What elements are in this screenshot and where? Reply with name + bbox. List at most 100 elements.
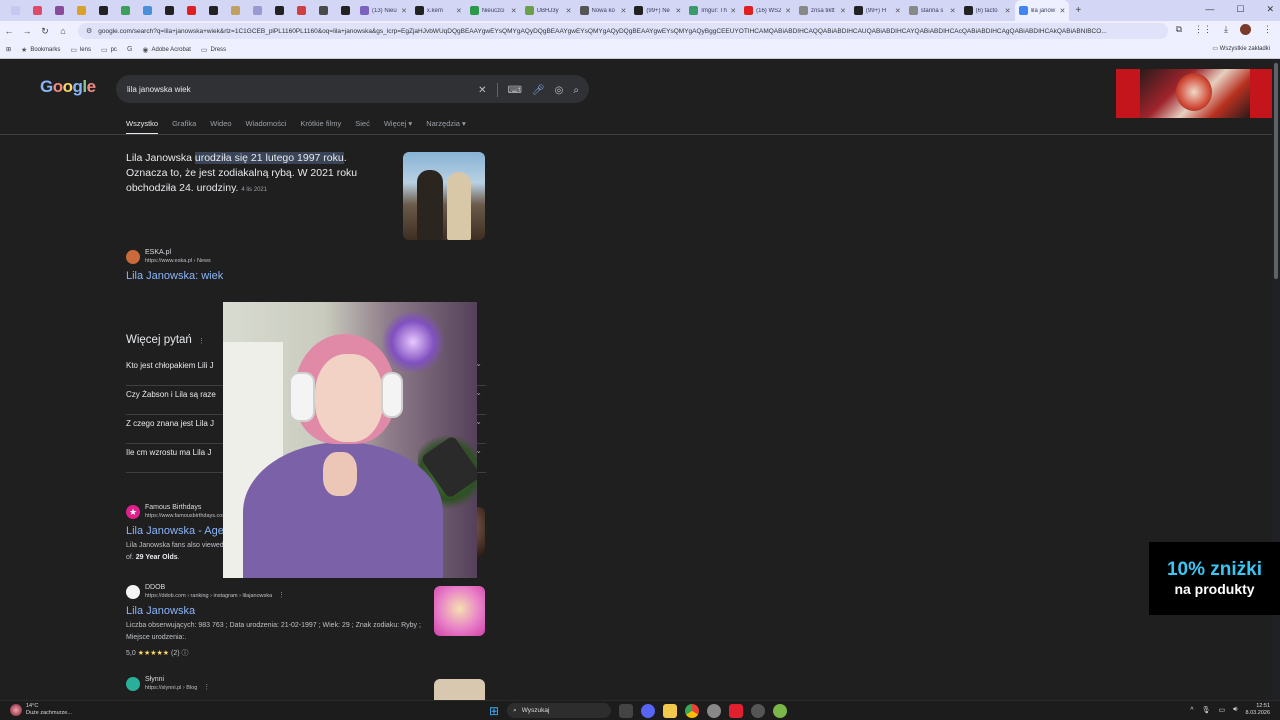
browser-tab[interactable]: Imgur: Th ✕ (685, 0, 740, 21)
bookmark-item[interactable]: ▭ Dress (201, 46, 226, 54)
close-tab-icon[interactable]: ✕ (1060, 7, 1066, 15)
more-options-icon[interactable]: ⋮ (278, 592, 285, 599)
browser-tab[interactable]: (99+) Ne ✕ (630, 0, 685, 21)
more-options-icon[interactable]: ⋮ (203, 684, 210, 691)
search-tab[interactable]: Wiadomości (246, 119, 287, 135)
home-icon[interactable]: ⌂ (54, 26, 72, 36)
more-options-icon[interactable]: ⋮ (198, 338, 205, 345)
bookmark-item[interactable]: ★ Bookmarks (21, 46, 60, 54)
new-tab-icon[interactable]: + (1075, 5, 1081, 16)
bookmark-item[interactable]: G (127, 46, 132, 53)
browser-tab[interactable] (136, 0, 158, 21)
search-tab[interactable]: Wszystko (126, 119, 159, 135)
address-bar[interactable]: ⚙ google.com/search?q=lila+janowska+wiek… (78, 23, 1168, 39)
chevron-up-icon[interactable]: ^ (1190, 707, 1193, 714)
browser-tab[interactable] (290, 0, 312, 21)
browser-tab[interactable]: starina s ✕ (905, 0, 960, 21)
browser-tab[interactable] (268, 0, 290, 21)
google-logo[interactable]: Google (40, 77, 96, 97)
browser-tab[interactable]: x.kem ✕ (411, 0, 466, 21)
close-tab-icon[interactable]: ✕ (730, 7, 736, 15)
browser-tab[interactable] (180, 0, 202, 21)
browser-tab[interactable] (334, 0, 356, 21)
close-tab-icon[interactable]: ✕ (840, 7, 846, 15)
browser-tab[interactable]: (99+) H ✕ (850, 0, 905, 21)
browser-tab[interactable]: lila janow ✕ (1014, 0, 1070, 21)
obs-icon[interactable] (751, 703, 766, 718)
app-icon[interactable] (729, 703, 744, 718)
app-icon[interactable] (773, 703, 788, 718)
result-thumbnail[interactable] (434, 679, 485, 700)
browser-tab[interactable] (4, 0, 26, 21)
forward-icon[interactable]: → (18, 26, 36, 36)
browser-tab[interactable] (48, 0, 70, 21)
microphone-icon[interactable]: 🎙︎ (1202, 706, 1211, 714)
weather-widget[interactable]: 14°C Duże zachmurze... (10, 703, 72, 717)
back-icon[interactable]: ← (0, 26, 18, 36)
browser-tab[interactable]: Nieuczci ✕ (466, 0, 521, 21)
volume-icon[interactable]: 🔊︎ (1233, 706, 1237, 714)
chrome-icon[interactable] (685, 703, 700, 718)
search-tab[interactable]: Więcej ▾ (384, 119, 412, 135)
close-tab-icon[interactable]: ✕ (675, 7, 681, 15)
close-tab-icon[interactable]: ✕ (895, 7, 901, 15)
microphone-icon[interactable]: 🎤︎ (532, 85, 545, 96)
windows-start-icon[interactable]: ⊞ (489, 704, 499, 718)
network-icon[interactable]: ▭ (1218, 706, 1225, 714)
info-icon[interactable]: ⓘ (182, 650, 189, 657)
close-tab-icon[interactable]: ✕ (401, 7, 407, 15)
browser-tab[interactable] (92, 0, 114, 21)
profile-avatar[interactable] (1240, 24, 1251, 35)
browser-tab[interactable]: UBHJ3y ✕ (521, 0, 576, 21)
menu-icon[interactable]: ⋮ (1263, 24, 1272, 35)
close-tab-icon[interactable]: ✕ (1005, 7, 1011, 15)
search-icon[interactable]: ⌕ (573, 85, 579, 96)
search-tab[interactable]: Narzędzia ▾ (426, 119, 466, 135)
close-tab-icon[interactable]: ✕ (621, 7, 627, 15)
taskbar-search[interactable]: ⌕ Wyszukaj (507, 703, 612, 718)
browser-tab[interactable] (312, 0, 334, 21)
clear-icon[interactable]: ✕ (478, 85, 486, 96)
search-tab[interactable]: Wideo (210, 119, 231, 135)
close-tab-icon[interactable]: ✕ (566, 7, 572, 15)
search-tab[interactable]: Grafika (172, 119, 196, 135)
browser-tab[interactable] (224, 0, 246, 21)
apps-icon[interactable]: ⊞ (6, 46, 11, 53)
search-tab[interactable]: Krótkie filmy (300, 119, 341, 135)
reload-icon[interactable]: ↻ (36, 26, 54, 37)
result-thumbnail[interactable] (434, 586, 485, 636)
browser-tab[interactable] (246, 0, 268, 21)
browser-tab[interactable]: (13) Nieu ✕ (356, 0, 411, 21)
browser-tab[interactable] (158, 0, 180, 21)
browser-tab[interactable]: (6) tacto ✕ (960, 0, 1015, 21)
site-info-icon[interactable]: ⚙ (86, 27, 92, 35)
bookmark-item[interactable]: ◉ Adobe Acrobat (142, 46, 190, 54)
search-box[interactable]: lila janowska wiek ✕ ⌨ 🎤︎ ◎ ⌕ (116, 75, 589, 103)
maximize-icon[interactable]: ☐ (1236, 4, 1244, 15)
close-tab-icon[interactable]: ✕ (511, 7, 517, 15)
result-title-link[interactable]: Lila Janowska: wiek (126, 270, 426, 282)
close-tab-icon[interactable]: ✕ (950, 7, 956, 15)
bookmark-item[interactable]: ▭ pc (101, 46, 117, 54)
close-tab-icon[interactable]: ✕ (785, 7, 791, 15)
discord-icon[interactable] (641, 703, 656, 718)
browser-tab[interactable] (70, 0, 92, 21)
lens-icon[interactable]: ◎ (555, 85, 564, 96)
search-tab[interactable]: Sieć (355, 119, 370, 135)
browser-tab[interactable] (26, 0, 48, 21)
sidepanel-icon[interactable]: ⋮⋮ (1194, 24, 1212, 35)
browser-tab[interactable] (202, 0, 224, 21)
all-bookmarks[interactable]: ▭ Wszystkie zakładki (1212, 45, 1270, 52)
browser-tab[interactable] (114, 0, 136, 21)
keyboard-icon[interactable]: ⌨ (508, 85, 522, 96)
browser-tab[interactable]: Nowa ko ✕ (576, 0, 631, 21)
close-tab-icon[interactable]: ✕ (456, 7, 462, 15)
settings-icon[interactable] (707, 703, 722, 718)
browser-tab[interactable]: (16) WS2 ✕ (740, 0, 795, 21)
clock[interactable]: 12:51 8.03.2026 (1246, 703, 1270, 717)
close-window-icon[interactable]: ✕ (1266, 4, 1274, 15)
file-explorer-icon[interactable] (663, 703, 678, 718)
minimize-icon[interactable]: — (1205, 4, 1214, 15)
bookmark-item[interactable]: ▭ lens (70, 46, 91, 54)
extensions-icon[interactable]: ⧉ (1176, 24, 1182, 35)
